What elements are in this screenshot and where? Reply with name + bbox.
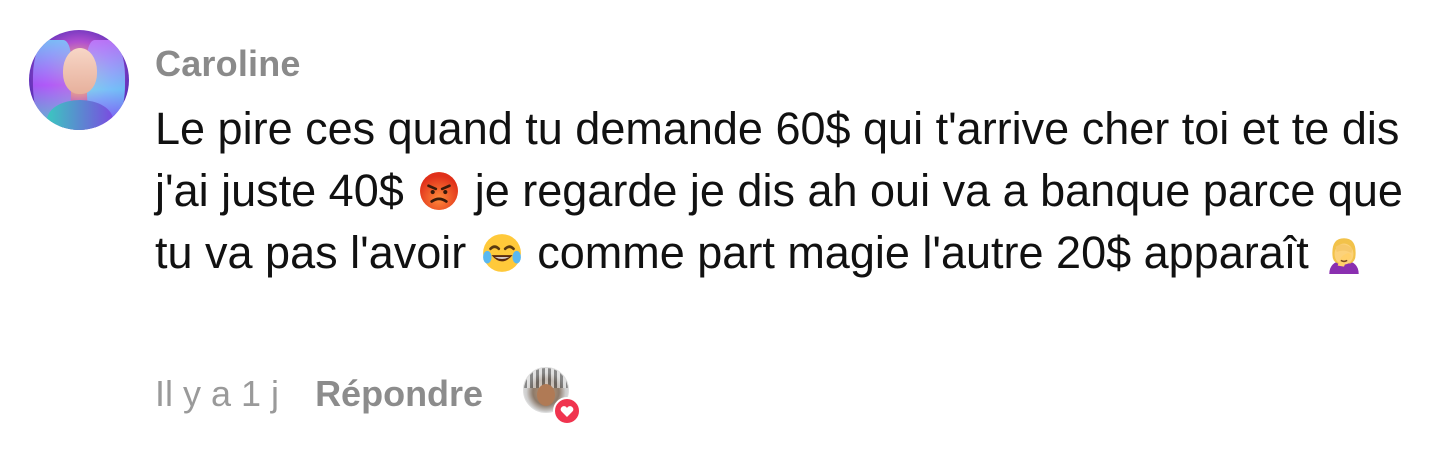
tears-of-joy-emoji — [482, 234, 521, 272]
creator-avatar-face — [537, 384, 556, 406]
facepalm-emoji — [1329, 238, 1359, 274]
heart-icon — [553, 397, 582, 425]
comment-timestamp: Il y a 1 j — [155, 373, 280, 414]
comment-text-part-3: comme part magie l'autre 20$ apparaît — [524, 227, 1322, 278]
reply-button[interactable]: Répondre — [315, 373, 483, 415]
comment-username[interactable]: Caroline — [155, 43, 301, 85]
comment-footer: Il y a 1 j Répondre — [155, 367, 582, 425]
heart-shape — [560, 405, 574, 417]
avatar-face — [63, 48, 97, 94]
comment-text: Le pire ces quand tu demande 60$ qui t'a… — [155, 98, 1415, 284]
angry-face-emoji — [420, 172, 459, 210]
user-avatar[interactable] — [29, 30, 129, 130]
liked-by-creator-badge[interactable] — [523, 367, 582, 425]
comment-item: Caroline Le pire ces quand tu demande 60… — [0, 0, 1436, 450]
